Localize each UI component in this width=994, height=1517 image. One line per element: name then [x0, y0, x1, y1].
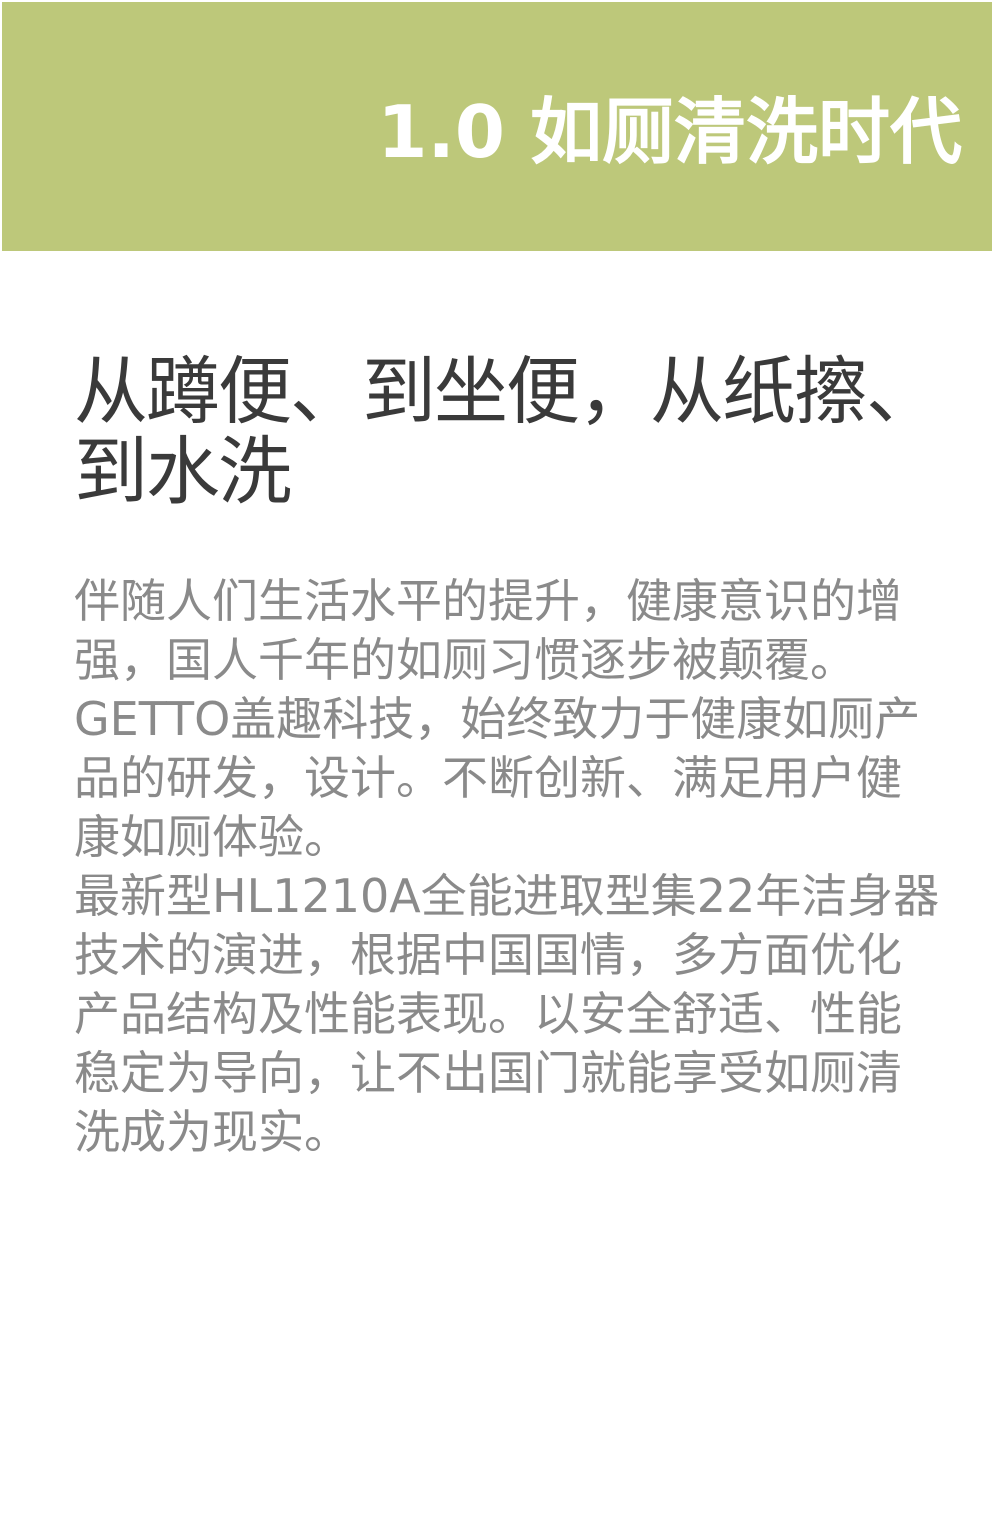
page-title: 1.0 如厕清洗时代 [377, 90, 962, 174]
headline: 从蹲便、到坐便，从纸擦、 到水洗 [74, 352, 944, 512]
headline-line-2: 到水洗 [74, 429, 292, 515]
body-text: 伴随人们生活水平的提升，健康意识的增强，国人千年的如厕习惯逐步被颠覆。GETTO… [74, 572, 944, 1162]
header-band: 1.0 如厕清洗时代 [2, 2, 992, 251]
content-area: 从蹲便、到坐便，从纸擦、 到水洗 伴随人们生活水平的提升，健康意识的增强，国人千… [74, 352, 944, 1162]
body-paragraph-2: 最新型HL1210A全能进取型集22年洁身器技术的演进，根据中国国情，多方面优化… [74, 869, 940, 1159]
body-paragraph-1: 伴随人们生活水平的提升，健康意识的增强，国人千年的如厕习惯逐步被颠覆。GETTO… [74, 574, 921, 864]
headline-line-1: 从蹲便、到坐便，从纸擦、 [74, 349, 940, 435]
